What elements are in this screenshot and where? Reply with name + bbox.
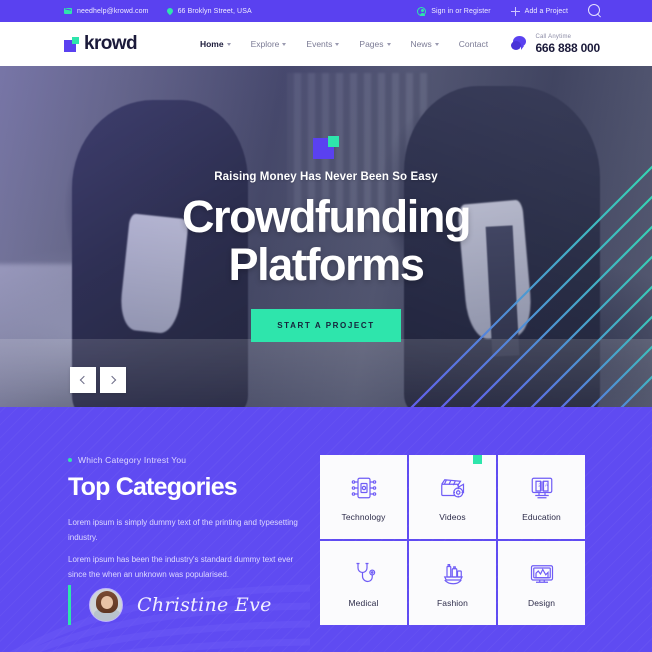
categories-paragraph-2: Lorem ipsum has been the industry's stan…: [68, 555, 294, 579]
nav-label-explore: Explore: [250, 39, 280, 49]
call-anytime-block[interactable]: Call Anytime 666 888 000: [511, 34, 600, 55]
hero-title: Crowdfunding Platforms: [181, 191, 472, 290]
location-pin-icon: [165, 6, 174, 16]
add-project-link[interactable]: Add a Project: [510, 6, 568, 16]
svg-text:A: A: [545, 482, 548, 487]
video-clapper-icon: [440, 478, 464, 498]
topbar-right-group: Sign in or Register Add a Project: [417, 4, 602, 18]
slider-navigation: [70, 367, 126, 393]
nav-item-contact[interactable]: Contact: [459, 39, 488, 49]
chevron-left-icon: [79, 375, 89, 385]
call-label: Call Anytime: [535, 33, 572, 40]
categories-paragraph-1: Lorem ipsum is simply dummy text of the …: [68, 518, 298, 542]
signin-register-link[interactable]: Sign in or Register: [417, 6, 491, 16]
section-eyebrow: Which Category Intrest You: [68, 455, 298, 465]
email-text: needhelp@krowd.com: [77, 7, 149, 15]
mail-icon: [64, 8, 72, 14]
signature-accent-bar: [68, 585, 71, 625]
brand-name: krowd: [84, 33, 138, 54]
chevron-right-icon: [107, 375, 117, 385]
call-number: 666 888 000: [535, 40, 600, 55]
nav-label-pages: Pages: [359, 39, 384, 49]
eyebrow-dot-icon: [68, 458, 72, 462]
chevron-down-icon: [335, 42, 340, 46]
category-label-fashion: Fashion: [437, 597, 468, 608]
nav-label-home: Home: [199, 39, 224, 49]
topbar-left-group: needhelp@krowd.com 66 Broklyn Street, US…: [64, 6, 252, 16]
chat-bubble-icon: [511, 35, 528, 53]
hero-title-line-1: Crowdfunding: [181, 191, 472, 242]
nav-label-contact: Contact: [458, 39, 489, 49]
nav-label-news: News: [410, 39, 432, 49]
address-text: 66 Broklyn Street, USA: [177, 7, 252, 15]
education-book-monitor-icon: 2 A: [531, 477, 552, 498]
chevron-down-icon: [226, 42, 231, 46]
category-label-technology: Technology: [341, 511, 386, 522]
email-contact[interactable]: needhelp@krowd.com: [64, 8, 149, 15]
signature-name: Christine Eve: [137, 594, 272, 616]
user-circle-icon: [417, 6, 427, 16]
category-label-videos: Videos: [439, 511, 466, 522]
main-navigation: Home Explore Events Pages News Contact: [200, 39, 488, 49]
design-monitor-icon: [530, 564, 553, 583]
brand-logo[interactable]: krowd: [64, 33, 138, 55]
site-header: krowd Home Explore Events Pages News Con…: [0, 22, 652, 66]
categories-text-column: Which Category Intrest You Top Categorie…: [68, 455, 298, 582]
add-project-label: Add a Project: [524, 7, 568, 15]
slider-prev-button[interactable]: [70, 367, 96, 393]
nav-item-home[interactable]: Home: [200, 39, 231, 49]
fashion-bottles-icon: [443, 563, 463, 584]
start-a-project-button[interactable]: START A PROJECT: [251, 309, 401, 342]
technology-icon: [351, 477, 376, 498]
chevron-down-icon: [386, 42, 391, 46]
plus-icon: [510, 6, 520, 16]
signature-block: Christine Eve: [68, 585, 272, 625]
top-utility-bar: needhelp@krowd.com 66 Broklyn Street, US…: [0, 0, 652, 22]
nav-item-pages[interactable]: Pages: [359, 39, 391, 49]
nav-item-events[interactable]: Events: [306, 39, 340, 49]
category-card-fashion[interactable]: Fashion: [409, 541, 496, 625]
hero-slider: Raising Money Has Never Been So Easy Cro…: [0, 66, 652, 407]
eyebrow-label: Which Category Intrest You: [78, 455, 187, 465]
hero-title-line-2: Platforms: [228, 239, 425, 290]
logo-mark-icon: [64, 36, 79, 52]
stethoscope-icon: [356, 562, 375, 582]
hero-subtitle: Raising Money Has Never Been So Easy: [214, 171, 438, 183]
category-card-technology[interactable]: Technology: [320, 455, 407, 539]
category-card-design[interactable]: Design: [498, 541, 585, 625]
address-contact[interactable]: 66 Broklyn Street, USA: [165, 6, 252, 16]
category-label-education: Education: [522, 511, 561, 522]
page-title: Top Categories: [68, 473, 238, 501]
nav-label-events: Events: [306, 39, 333, 49]
chevron-down-icon: [434, 42, 439, 46]
avatar: [89, 588, 123, 622]
category-label-design: Design: [527, 597, 556, 608]
category-card-medical[interactable]: Medical: [320, 541, 407, 625]
accent-square: [473, 455, 482, 464]
page-root: needhelp@krowd.com 66 Broklyn Street, US…: [0, 0, 652, 652]
call-text-group: Call Anytime 666 888 000: [535, 34, 600, 55]
nav-item-news[interactable]: News: [411, 39, 439, 49]
category-label-medical: Medical: [348, 597, 379, 608]
nav-item-explore[interactable]: Explore: [251, 39, 287, 49]
search-icon[interactable]: [588, 4, 602, 18]
signin-label: Sign in or Register: [431, 7, 491, 15]
category-card-videos[interactable]: Videos: [409, 455, 496, 539]
categories-grid: Technology Videos 2 A Education Medical …: [320, 455, 585, 625]
hero-logo-mark-icon: [313, 136, 339, 159]
chevron-down-icon: [282, 42, 287, 46]
slider-next-button[interactable]: [100, 367, 126, 393]
category-card-education[interactable]: 2 A Education: [498, 455, 585, 539]
hero-content: Raising Money Has Never Been So Easy Cro…: [0, 66, 652, 407]
